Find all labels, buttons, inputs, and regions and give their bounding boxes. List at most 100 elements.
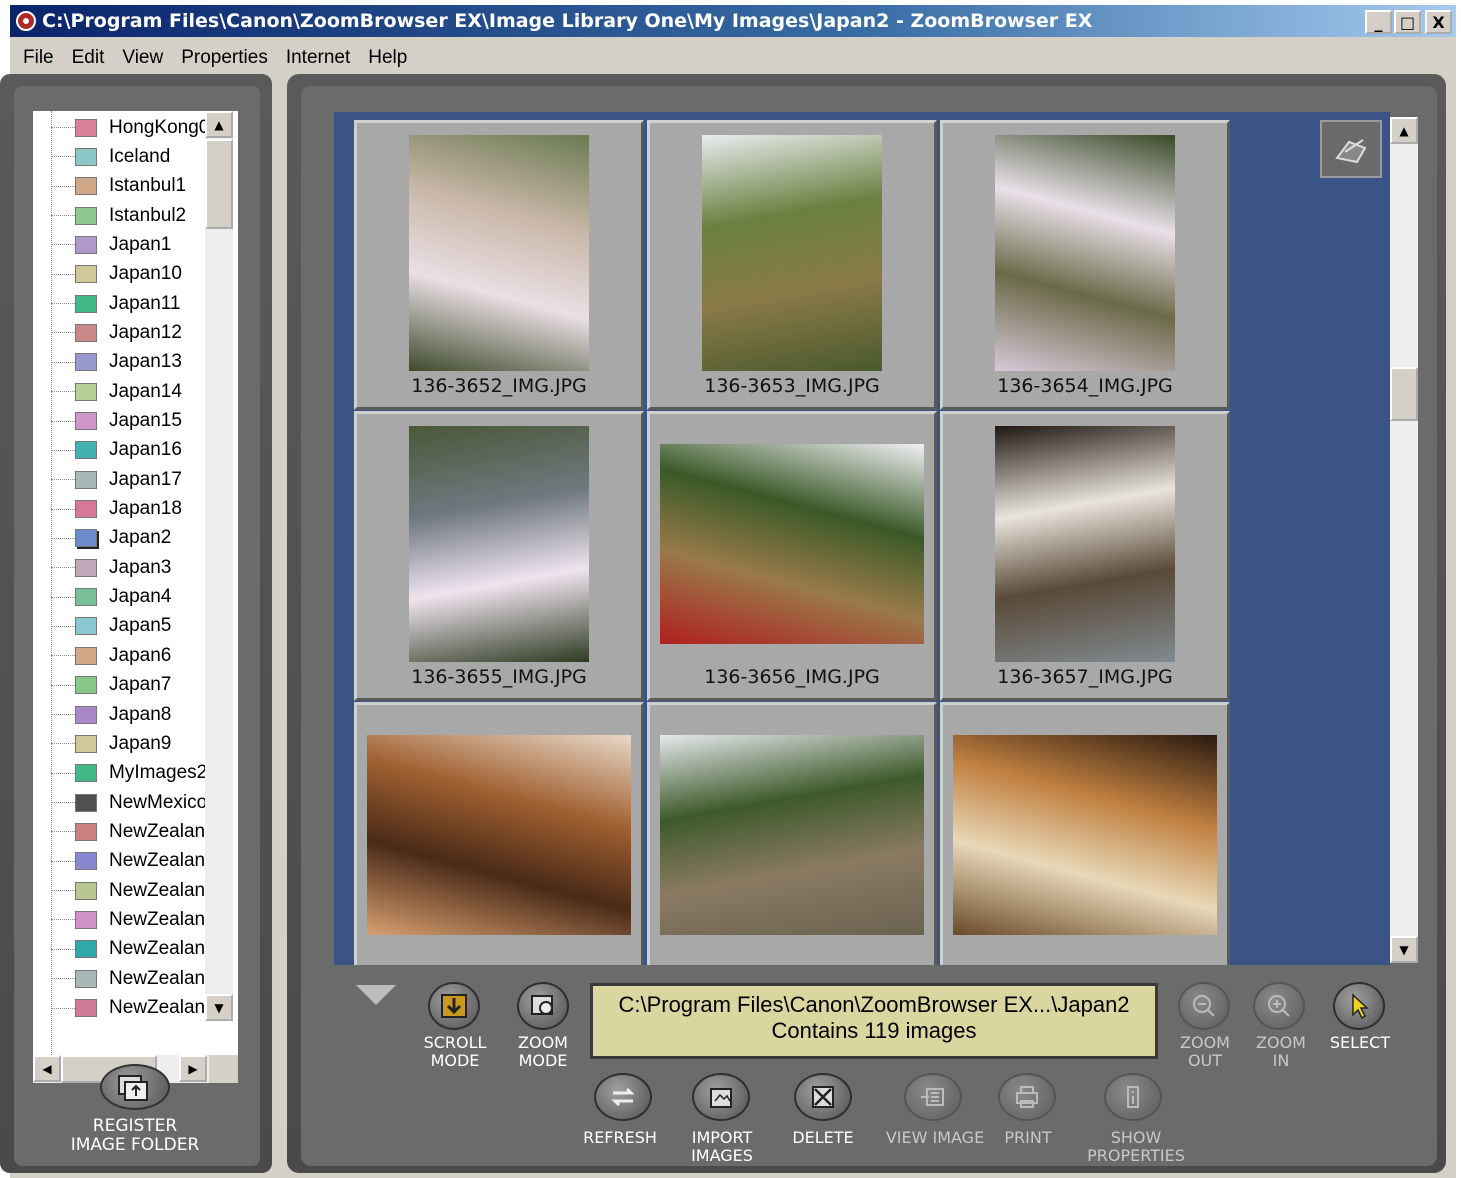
folder-item[interactable]: NewMexico [33,788,213,817]
folder-item[interactable]: Japan1 [33,230,213,259]
thumbnail-viewport[interactable]: 136-3652_IMG.JPG 136-3653_IMG.JPG 136-3654… [334,112,1390,965]
folder-icon [75,793,97,812]
thumbnail-filename: 136-3654_IMG.JPG [997,375,1173,397]
delete-button[interactable] [794,1073,852,1121]
folder-item[interactable]: NewZealan [33,817,213,846]
photo-thumbnail[interactable] [953,735,1217,935]
scroll-up-icon[interactable]: ▲ [205,111,233,138]
folder-item[interactable]: MyImages2 [33,759,213,788]
zoom-in-button[interactable] [1253,982,1305,1030]
folder-item[interactable]: HongKong0 [33,113,213,142]
menu-file[interactable]: File [14,47,63,69]
folder-item[interactable]: Japan4 [33,583,213,612]
menu-internet[interactable]: Internet [277,47,359,69]
folder-item[interactable]: Japan17 [33,465,213,494]
scroll-down-icon[interactable]: ▼ [205,994,233,1021]
folder-item[interactable]: Japan8 [33,700,213,729]
thumbnail-cell[interactable]: 136-3657_IMG.JPG [940,411,1230,701]
folder-item[interactable]: Japan16 [33,436,213,465]
folder-item[interactable]: Japan2 [33,524,213,553]
menu-view[interactable]: View [113,47,172,69]
close-button[interactable]: X [1425,10,1452,34]
folder-name: HongKong0 [109,116,210,138]
thumbnail-filename: 136-3655_IMG.JPG [411,666,587,688]
folder-name: NewZealan [109,967,206,989]
title-bar[interactable]: C:\Program Files\Canon\ZoomBrowser EX\Im… [10,5,1456,37]
photo-thumbnail[interactable] [702,135,882,371]
select-button[interactable] [1333,982,1385,1030]
folder-tree-scrollbar[interactable]: ▲ ▼ [205,111,233,1021]
folder-item[interactable]: Japan6 [33,641,213,670]
folder-item[interactable]: Japan14 [33,377,213,406]
photo-thumbnail[interactable] [660,444,924,644]
zoom-out-icon [1193,995,1215,1017]
folder-item[interactable]: Japan3 [33,553,213,582]
folder-item[interactable]: Japan12 [33,318,213,347]
folder-item[interactable]: NewZealan [33,905,213,934]
minimize-button[interactable]: _ [1365,10,1392,34]
folder-name: NewZealan [109,997,206,1018]
folder-icon [75,822,97,841]
thumbnail-cell[interactable]: 136-3656_IMG.JPG [647,411,937,701]
print-button[interactable] [998,1073,1056,1121]
scroll-thumb[interactable] [205,139,233,229]
thumbnail-cell[interactable] [940,702,1230,965]
folder-item[interactable]: NewZealan [33,847,213,876]
folder-icon [75,529,97,548]
app-icon[interactable] [16,11,36,31]
photo-thumbnail[interactable] [367,735,631,935]
zoom-mode-label: ZOOM MODE [518,1033,568,1070]
scroll-mode-button[interactable] [428,982,480,1030]
collapse-triangle-icon[interactable] [356,985,396,1005]
thumbnail-cell[interactable] [647,702,937,965]
folder-item[interactable]: Japan10 [33,260,213,289]
viewport-scrollbar[interactable]: ▲ ▼ [1390,117,1418,963]
photo-thumbnail[interactable] [995,426,1175,662]
menu-help[interactable]: Help [359,47,416,69]
folder-item[interactable]: Japan15 [33,407,213,436]
refresh-button[interactable] [594,1073,652,1121]
folder-item[interactable]: Japan7 [33,671,213,700]
scroll-down-icon[interactable]: ▼ [1390,936,1418,963]
scroll-right-icon[interactable]: ▶ [179,1055,207,1082]
photo-thumbnail[interactable] [995,135,1175,371]
rotate-button[interactable] [1320,120,1382,178]
folder-name: Iceland [109,145,171,167]
folder-item[interactable]: Iceland [33,142,213,171]
folder-item[interactable]: Istanbul2 [33,201,213,230]
view-image-button[interactable] [904,1073,962,1121]
folder-icon [75,323,97,342]
register-folder-button[interactable] [100,1064,170,1110]
zoom-mode-button[interactable] [517,982,569,1030]
menu-edit[interactable]: Edit [63,47,114,69]
folder-item[interactable]: Japan13 [33,348,213,377]
import-images-button[interactable] [692,1073,750,1121]
folder-icon [75,206,97,225]
photo-thumbnail[interactable] [409,135,589,371]
menu-properties[interactable]: Properties [172,47,277,69]
folder-item[interactable]: Japan11 [33,289,213,318]
thumbnail-cell[interactable]: 136-3652_IMG.JPG [354,120,644,410]
folder-item[interactable]: Japan9 [33,729,213,758]
scroll-up-icon[interactable]: ▲ [1390,117,1418,144]
folder-item[interactable]: Japan18 [33,495,213,524]
show-properties-button[interactable] [1104,1073,1162,1121]
rotate-icon [1335,139,1367,164]
thumbnail-cell[interactable]: 136-3655_IMG.JPG [354,411,644,701]
folder-item[interactable]: NewZealan [33,876,213,905]
folder-item[interactable]: NewZealan [33,994,213,1023]
zoom-out-button[interactable] [1178,982,1230,1030]
folder-name: Japan13 [109,351,182,373]
maximize-button[interactable]: □ [1394,10,1421,34]
thumbnail-cell[interactable] [354,702,644,965]
scroll-left-icon[interactable]: ◀ [33,1055,61,1082]
folder-item[interactable]: Istanbul1 [33,172,213,201]
thumbnail-cell[interactable]: 136-3654_IMG.JPG [940,120,1230,410]
folder-item[interactable]: NewZealan [33,935,213,964]
photo-thumbnail[interactable] [409,426,589,662]
photo-thumbnail[interactable] [660,735,924,935]
folder-item[interactable]: Japan5 [33,612,213,641]
thumbnail-cell[interactable]: 136-3653_IMG.JPG [647,120,937,410]
folder-item[interactable]: NewZealan [33,964,213,993]
scroll-thumb[interactable] [1390,367,1418,421]
